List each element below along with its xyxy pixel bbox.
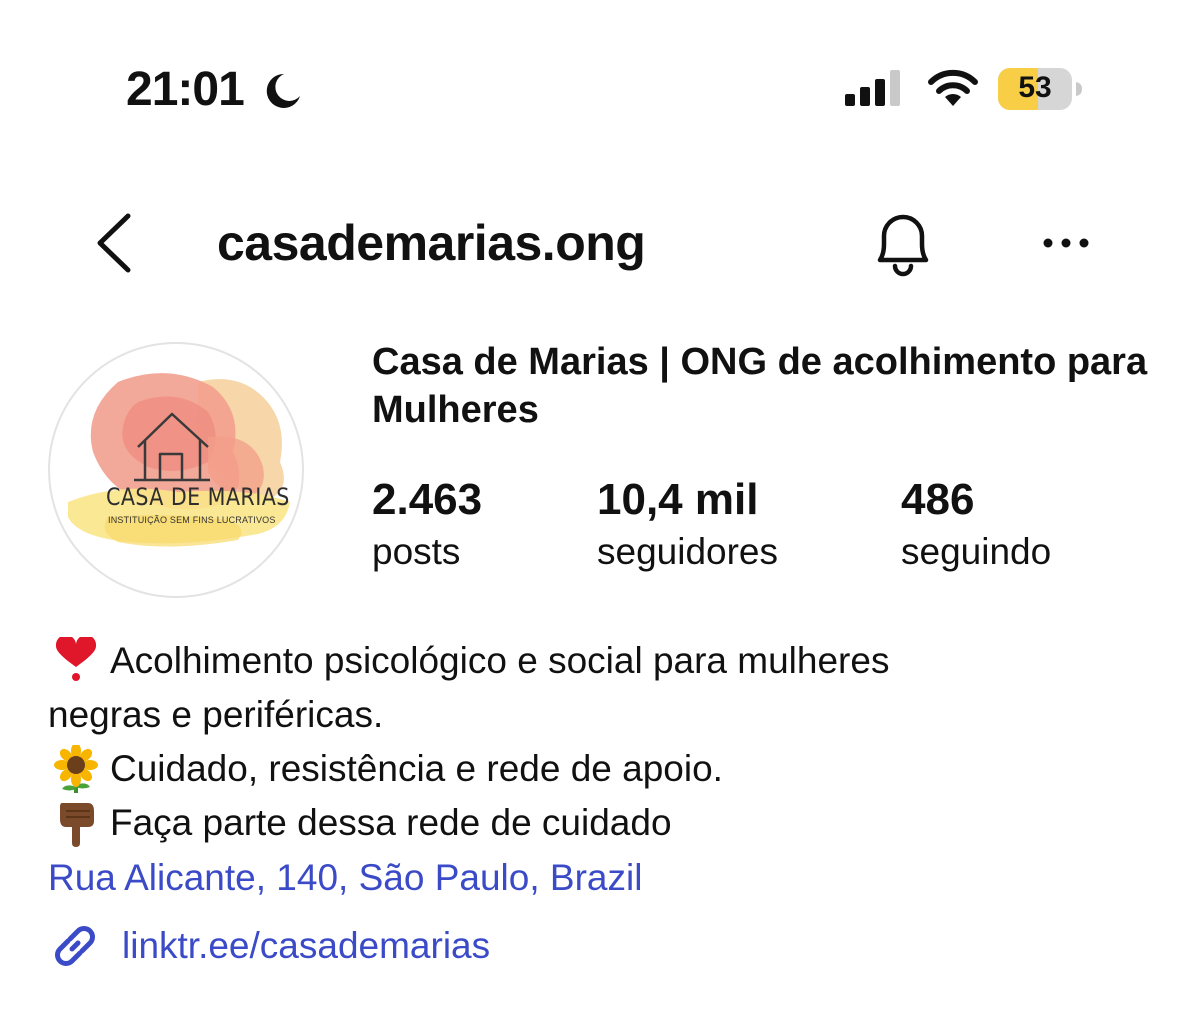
bio-line: negras e periféricas.	[48, 688, 1158, 742]
stat-label: seguidores	[597, 531, 779, 572]
link-text: linktr.ee/casademarias	[122, 925, 491, 966]
bio-line: Acolhimento psicológico e social para mu…	[48, 634, 1158, 688]
more-options-button[interactable]	[1036, 226, 1096, 260]
followers-count[interactable]: 10,4 mil seguidores	[597, 474, 778, 576]
casa-de-marias-logo	[68, 373, 290, 547]
pointing-down-hand-icon	[60, 803, 94, 847]
stat-value: 10,4 mil	[597, 475, 759, 524]
stat-label: seguindo	[901, 531, 1052, 572]
logo-subtitle: INSTITUIÇÃO SEM FINS LUCRATIVOS	[108, 515, 276, 525]
bio-text: negras e periféricas.	[48, 694, 384, 735]
address-link[interactable]: Rua Alicante, 140, São Paulo, Brazil	[48, 851, 642, 905]
following-count[interactable]: 486 seguindo	[901, 474, 1051, 576]
battery-percentage: 53	[1018, 71, 1052, 104]
profile-display-name: Casa de Marias | ONG de acolhimento para…	[372, 341, 1148, 431]
heart-exclamation-icon	[55, 637, 97, 681]
bio-line: Cuidado, resistência e rede de apoio.	[48, 742, 1158, 796]
back-button[interactable]	[92, 210, 140, 276]
sunflower-icon	[54, 745, 98, 793]
profile-username: casademarias.ong	[217, 215, 646, 271]
profile-bio: Acolhimento psicológico e social para mu…	[48, 634, 1158, 850]
cellular-signal-icon	[845, 70, 900, 106]
chevron-left-icon	[97, 213, 131, 273]
stat-label: posts	[372, 531, 461, 572]
bio-line: Faça parte dessa rede de cuidado	[48, 796, 1158, 850]
profile-avatar[interactable]	[48, 342, 304, 598]
posts-count[interactable]: 2.463 posts	[372, 474, 482, 576]
status-time: 21:01	[126, 63, 245, 116]
stat-value: 2.463	[372, 475, 483, 524]
notifications-button[interactable]	[868, 208, 938, 280]
bio-text: Cuidado, resistência e rede de apoio.	[110, 748, 723, 789]
wifi-icon	[928, 69, 978, 106]
more-horizontal-icon	[1043, 238, 1089, 248]
external-link[interactable]: linktr.ee/casademarias	[48, 918, 490, 974]
logo-title: CASA DE MARIAS	[106, 483, 290, 511]
bio-text: Acolhimento psicológico e social para mu…	[110, 640, 890, 681]
moon-icon	[266, 73, 300, 108]
link-icon	[55, 926, 95, 966]
bell-icon	[877, 214, 929, 277]
stat-value: 486	[901, 475, 975, 524]
bio-text: Faça parte dessa rede de cuidado	[110, 802, 672, 843]
